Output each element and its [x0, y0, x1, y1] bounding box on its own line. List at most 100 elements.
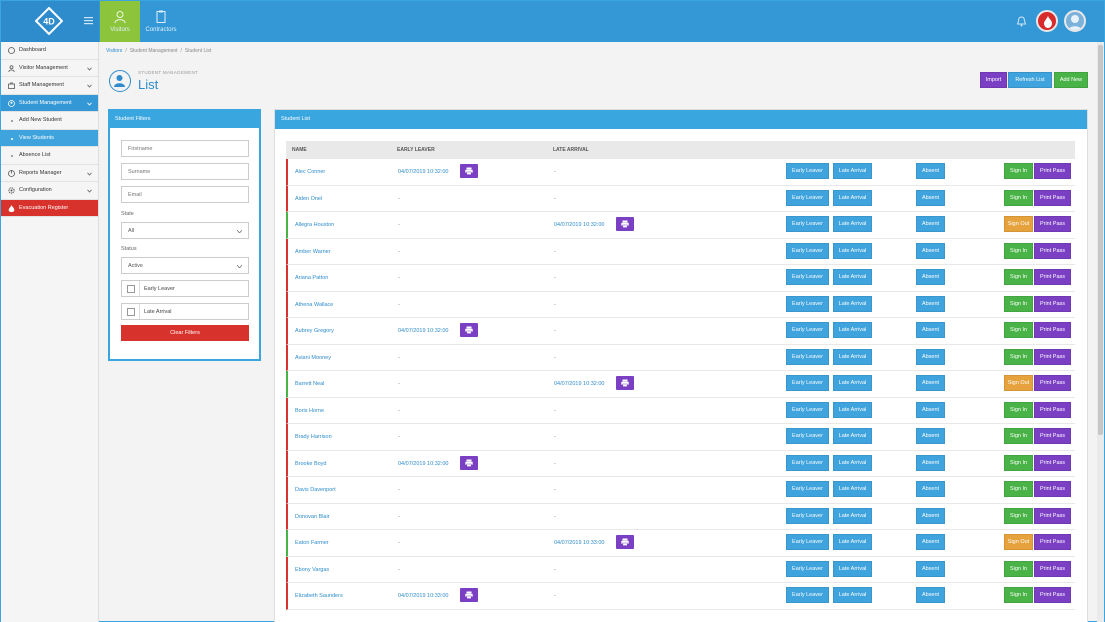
absent-button[interactable]: Absent	[916, 401, 945, 418]
sidebar-item-dashboard[interactable]: Dashboard	[1, 42, 98, 60]
sign-in-button[interactable]: Sign In	[1004, 560, 1033, 577]
print-pass-button[interactable]: Print Pass	[1034, 216, 1071, 232]
student-name-link[interactable]: Aiden Onel	[295, 196, 322, 202]
print-early-leaver-button[interactable]	[460, 323, 478, 337]
late-arrival-button[interactable]: Late Arrival	[833, 216, 872, 232]
import-button[interactable]: Import	[980, 72, 1007, 88]
late-arrival-button[interactable]: Late Arrival	[833, 587, 872, 603]
early-leaver-button[interactable]: Early Leaver	[786, 348, 829, 365]
print-pass-button[interactable]: Print Pass	[1034, 242, 1071, 259]
chevron-down-icon[interactable]	[87, 189, 92, 193]
print-pass-button[interactable]: Print Pass	[1034, 348, 1071, 365]
sidebar-item-view-students[interactable]: View Students	[1, 129, 98, 147]
absent-button[interactable]: Absent	[916, 163, 945, 179]
late-arrival-button[interactable]: Late Arrival	[833, 428, 872, 444]
email-input[interactable]	[121, 186, 249, 203]
absent-button[interactable]: Absent	[916, 560, 945, 577]
early-leaver-button[interactable]: Early Leaver	[786, 295, 829, 312]
chevron-down-icon[interactable]	[87, 84, 92, 88]
student-name-link[interactable]: Eaton Farmer	[295, 540, 329, 546]
student-name-link[interactable]: Brady Harrison	[295, 434, 332, 440]
sign-in-button[interactable]: Sign In	[1004, 587, 1033, 603]
late-arrival-button[interactable]: Late Arrival	[833, 322, 872, 338]
sign-in-button[interactable]: Sign In	[1004, 163, 1033, 179]
sign-in-button[interactable]: Sign In	[1004, 295, 1033, 312]
early-leaver-button[interactable]: Early Leaver	[786, 375, 829, 391]
sign-in-button[interactable]: Sign In	[1004, 269, 1033, 285]
early-leaver-button[interactable]: Early Leaver	[786, 189, 829, 206]
early-leaver-button[interactable]: Early Leaver	[786, 163, 829, 179]
student-name-link[interactable]: Aubrey Gregory	[295, 328, 334, 334]
sidebar-item-staff-management[interactable]: Staff Management	[1, 77, 98, 95]
print-pass-button[interactable]: Print Pass	[1034, 401, 1071, 418]
print-pass-button[interactable]: Print Pass	[1034, 322, 1071, 338]
sidebar-item-student-management[interactable]: Student Management	[1, 94, 98, 112]
absent-button[interactable]: Absent	[916, 428, 945, 444]
late-arrival-checkbox[interactable]	[127, 308, 135, 316]
student-name-link[interactable]: Alec Conner	[295, 169, 325, 175]
print-pass-button[interactable]: Print Pass	[1034, 587, 1071, 603]
early-leaver-button[interactable]: Early Leaver	[786, 534, 829, 550]
early-leaver-button[interactable]: Early Leaver	[786, 454, 829, 471]
late-arrival-button[interactable]: Late Arrival	[833, 481, 872, 497]
student-name-link[interactable]: Amber Warner	[295, 249, 331, 255]
print-late-arrival-button[interactable]	[616, 376, 634, 390]
late-arrival-button[interactable]: Late Arrival	[833, 348, 872, 365]
absent-button[interactable]: Absent	[916, 269, 945, 285]
sign-in-button[interactable]: Sign In	[1004, 348, 1033, 365]
student-name-link[interactable]: Donovan Blair	[295, 514, 330, 520]
breadcrumb-visitors[interactable]: Visitors	[106, 48, 122, 54]
early-leaver-button[interactable]: Early Leaver	[786, 322, 829, 338]
student-name-link[interactable]: Brooke Boyd	[295, 461, 327, 467]
user-avatar[interactable]	[1064, 10, 1086, 32]
absent-button[interactable]: Absent	[916, 534, 945, 550]
late-arrival-button[interactable]: Late Arrival	[833, 534, 872, 550]
print-pass-button[interactable]: Print Pass	[1034, 163, 1071, 179]
absent-button[interactable]: Absent	[916, 216, 945, 232]
sidebar-item-evacuation-register[interactable]: Evacuation Register	[1, 199, 98, 217]
late-arrival-button[interactable]: Late Arrival	[833, 163, 872, 179]
print-late-arrival-button[interactable]	[616, 217, 634, 231]
absent-button[interactable]: Absent	[916, 189, 945, 206]
late-arrival-button[interactable]: Late Arrival	[833, 269, 872, 285]
chevron-down-icon[interactable]	[87, 102, 92, 106]
sign-in-button[interactable]: Sign In	[1004, 481, 1033, 497]
student-name-link[interactable]: Aviani Mooney	[295, 355, 331, 361]
print-pass-button[interactable]: Print Pass	[1034, 507, 1071, 524]
sidebar-item-configuration[interactable]: Configuration	[1, 182, 98, 200]
absent-button[interactable]: Absent	[916, 481, 945, 497]
print-pass-button[interactable]: Print Pass	[1034, 454, 1071, 471]
sign-in-button[interactable]: Sign In	[1004, 428, 1033, 444]
absent-button[interactable]: Absent	[916, 322, 945, 338]
menu-toggle-icon[interactable]	[84, 16, 93, 25]
late-arrival-button[interactable]: Late Arrival	[833, 560, 872, 577]
sidebar-item-reports-manager[interactable]: Reports Manager	[1, 165, 98, 182]
late-arrival-button[interactable]: Late Arrival	[833, 242, 872, 259]
sign-in-button[interactable]: Sign In	[1004, 322, 1033, 338]
print-pass-button[interactable]: Print Pass	[1034, 269, 1071, 285]
early-leaver-button[interactable]: Early Leaver	[786, 401, 829, 418]
col-early-leaver[interactable]: EARLY LEAVER	[397, 147, 435, 153]
state-select[interactable]: All	[121, 222, 249, 239]
scrollbar-thumb[interactable]	[1098, 45, 1103, 435]
nav-visitors[interactable]: Visitors	[100, 1, 140, 42]
print-pass-button[interactable]: Print Pass	[1034, 428, 1071, 444]
early-leaver-button[interactable]: Early Leaver	[786, 507, 829, 524]
sign-in-button[interactable]: Sign In	[1004, 507, 1033, 524]
status-select[interactable]: Active	[121, 257, 249, 274]
absent-button[interactable]: Absent	[916, 375, 945, 391]
student-name-link[interactable]: Ariana Patton	[295, 275, 328, 281]
early-leaver-button[interactable]: Early Leaver	[786, 216, 829, 232]
sign-in-button[interactable]: Sign In	[1004, 454, 1033, 471]
absent-button[interactable]: Absent	[916, 587, 945, 603]
chevron-down-icon[interactable]	[87, 172, 92, 176]
absent-button[interactable]: Absent	[916, 295, 945, 312]
student-name-link[interactable]: Allegra Houston	[295, 222, 334, 228]
print-pass-button[interactable]: Print Pass	[1034, 560, 1071, 577]
early-leaver-button[interactable]: Early Leaver	[786, 242, 829, 259]
surname-input[interactable]	[121, 163, 249, 180]
chevron-down-icon[interactable]	[87, 67, 92, 71]
student-name-link[interactable]: Athena Wallace	[295, 302, 333, 308]
sidebar-item-absence-list[interactable]: Absence List	[1, 147, 98, 165]
print-late-arrival-button[interactable]	[616, 535, 634, 549]
